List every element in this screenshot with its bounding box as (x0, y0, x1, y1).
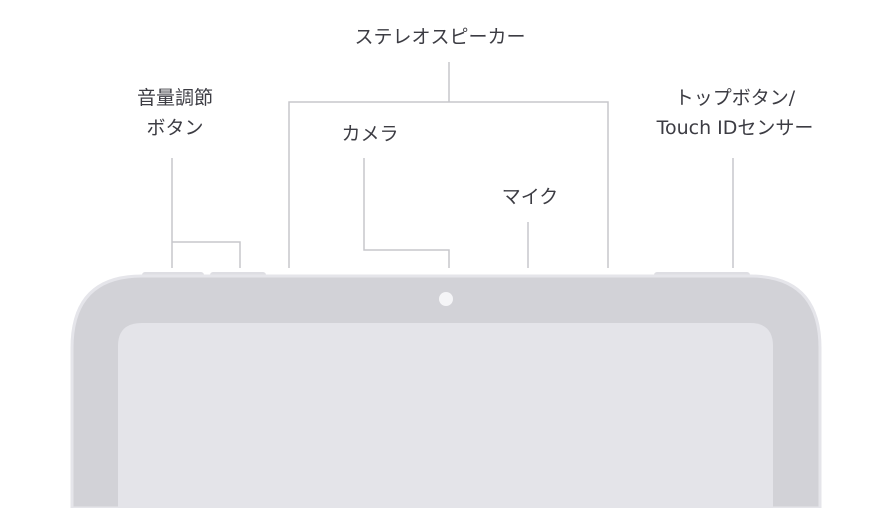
microphone-text: マイク (501, 186, 559, 208)
camera-text: カメラ (341, 123, 399, 145)
camera-label: カメラ (310, 119, 430, 149)
stereo-speaker-text: ステレオスピーカー (354, 26, 526, 48)
volume-buttons-label: 音量調節 ボタン (110, 83, 240, 143)
ipad-top-diagram: ステレオスピーカー 音量調節 ボタン カメラ マイク トップボタン/ Touch… (0, 0, 880, 508)
top-button-text-line2: Touch IDセンサー (656, 117, 814, 139)
top-button-label: トップボタン/ Touch IDセンサー (620, 83, 850, 143)
speaker-leader-line (288, 62, 609, 268)
stereo-speaker-label: ステレオスピーカー (340, 22, 540, 52)
volume-buttons-text-line1: 音量調節 (136, 87, 213, 109)
volume-buttons-text-line2: ボタン (146, 117, 204, 139)
device-screen (118, 323, 773, 508)
camera-lens (439, 292, 453, 306)
microphone-label: マイク (480, 182, 580, 212)
camera-leader-line (363, 158, 450, 268)
top-button-text-line1: トップボタン/ (674, 87, 796, 109)
volume-leader-line (171, 158, 241, 268)
device-illustration (70, 62, 822, 508)
